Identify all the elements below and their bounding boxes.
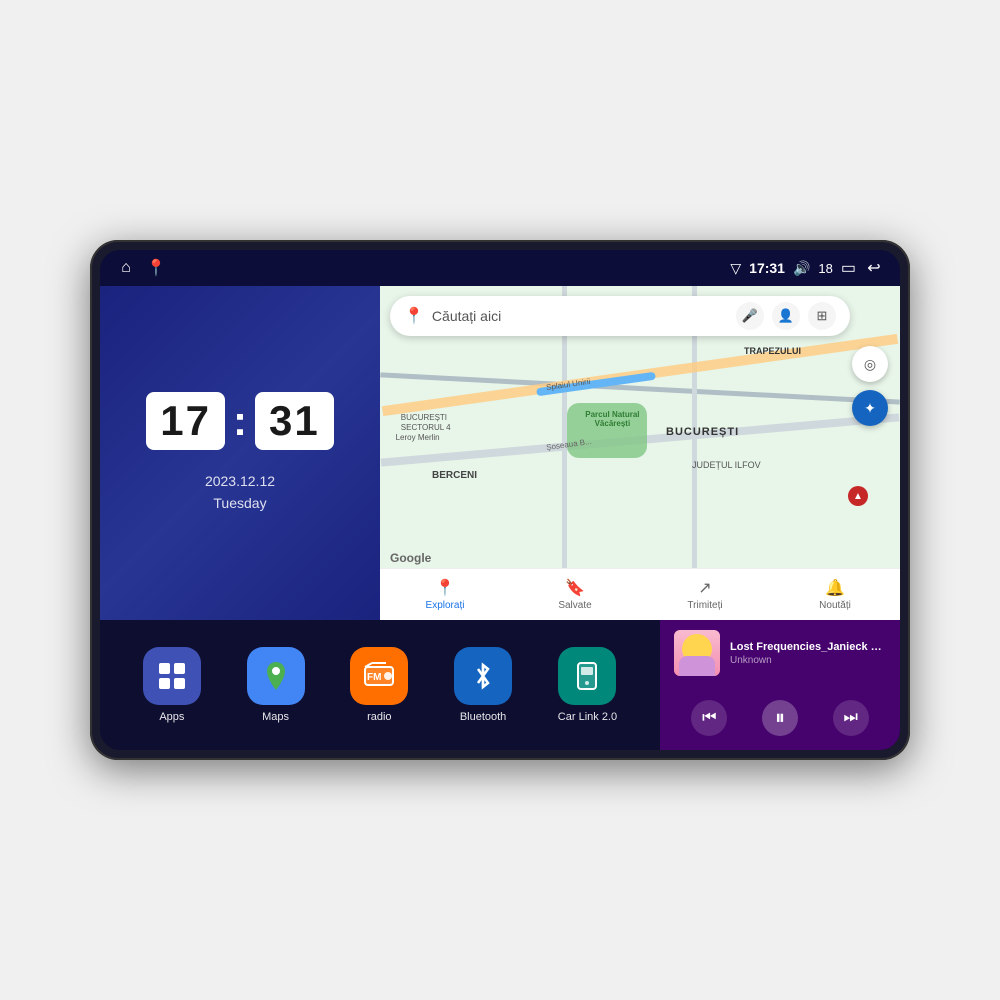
app-item-radio[interactable]: FM radio [350, 647, 408, 723]
map-label-parcul: Parcul NaturalVăcărești [572, 410, 652, 428]
battery-icon: ▭ [841, 258, 856, 278]
map-nav-explorare[interactable]: 📍 Explorați [380, 578, 510, 611]
map-nav-explorare-label: Explorați [426, 600, 465, 611]
clock-date-text: 2023.12.12 [205, 470, 275, 492]
next-icon: ⏭ [843, 709, 857, 727]
map-label-bucuresti: BUCUREȘTI [666, 426, 739, 438]
status-bar: ⌂ 📍 ▽ 17:31 🔊 18 ▭ ↩ [100, 250, 900, 286]
app-item-apps[interactable]: Apps [143, 647, 201, 723]
clock-hour: 17 [146, 392, 225, 450]
map-nav-trimiteti[interactable]: ↗ Trimiteți [640, 578, 770, 611]
album-art [674, 630, 720, 676]
music-play-btn[interactable]: ⏸ [762, 700, 798, 736]
map-nav-salvate-label: Salvate [558, 600, 591, 611]
face-body [679, 656, 715, 676]
music-prev-btn[interactable]: ⏮ [691, 700, 727, 736]
music-controls: ⏮ ⏸ ⏭ [674, 696, 886, 740]
map-controls: ◎ ✦ [852, 346, 888, 426]
map-nav-noutati[interactable]: 🔔 Noutăți [770, 578, 900, 611]
map-label-trapezului: TRAPEZULUI [744, 346, 801, 356]
device-frame: ⌂ 📍 ▽ 17:31 🔊 18 ▭ ↩ 17 : [90, 240, 910, 760]
map-compass-btn[interactable]: ✦ [852, 390, 888, 426]
map-label-ilfov: JUDEȚUL ILFOV [692, 460, 761, 470]
svg-text:FM: FM [367, 672, 381, 683]
map-account-btn[interactable]: 👤 [772, 302, 800, 330]
map-search-actions: 🎤 👤 ⊞ [736, 302, 836, 330]
map-nav-trimiteti-label: Trimiteți [687, 600, 722, 611]
apps-label: Apps [159, 711, 184, 723]
map-label-leroy: Leroy Merlin [396, 433, 440, 442]
maps-icon [247, 647, 305, 705]
bluetooth-icon [454, 647, 512, 705]
map-nav-explorare-icon: 📍 [435, 578, 455, 598]
clock-colon: : [233, 397, 247, 445]
prev-icon: ⏮ [702, 709, 716, 727]
map-bottom-nav: 📍 Explorați 🔖 Salvate ↗ Trimiteți 🔔 [380, 568, 900, 620]
music-thumbnail [674, 630, 720, 676]
back-icon[interactable]: ↩ [864, 258, 884, 278]
app-item-carlink[interactable]: Car Link 2.0 [558, 647, 617, 723]
device-screen: ⌂ 📍 ▽ 17:31 🔊 18 ▭ ↩ 17 : [100, 250, 900, 750]
clock-date: 2023.12.12 Tuesday [205, 470, 275, 515]
status-bar-right: ▽ 17:31 🔊 18 ▭ ↩ [730, 258, 884, 278]
map-label-sector: BUCUREȘTISECTORUL 4 [401, 413, 451, 434]
map-nav-trimiteti-icon: ↗ [698, 578, 711, 598]
play-icon: ⏸ [775, 707, 785, 730]
radio-icon: FM [350, 647, 408, 705]
music-info: Lost Frequencies_Janieck Devy-... Unknow… [674, 630, 886, 676]
map-nav-salvate[interactable]: 🔖 Salvate [510, 578, 640, 611]
map-nav-noutati-icon: 🔔 [825, 578, 845, 598]
music-player: Lost Frequencies_Janieck Devy-... Unknow… [660, 620, 900, 750]
map-mic-btn[interactable]: 🎤 [736, 302, 764, 330]
maps-nav-icon[interactable]: 📍 [146, 258, 166, 278]
main-content: 17 : 31 2023.12.12 Tuesday [100, 286, 900, 750]
top-section: 17 : 31 2023.12.12 Tuesday [100, 286, 900, 620]
status-time: 17:31 [749, 260, 785, 276]
app-item-bluetooth[interactable]: Bluetooth [454, 647, 512, 723]
map-label-berceni: BERCENI [432, 470, 477, 481]
app-launcher: Apps Maps [100, 620, 660, 750]
bluetooth-label: Bluetooth [460, 711, 506, 723]
home-nav-icon[interactable]: ⌂ [116, 258, 136, 278]
bottom-section: Apps Maps [100, 620, 900, 750]
map-widget[interactable]: BUCUREȘTI JUDEȚUL ILFOV TRAPEZULUI BERCE… [380, 286, 900, 620]
music-meta: Lost Frequencies_Janieck Devy-... Unknow… [730, 641, 886, 666]
maps-label: Maps [262, 711, 289, 723]
status-bar-left: ⌂ 📍 [116, 258, 166, 278]
clock-widget: 17 : 31 2023.12.12 Tuesday [100, 286, 380, 620]
clock-display: 17 : 31 [146, 392, 333, 450]
map-search-text[interactable]: Căutați aici [432, 308, 728, 324]
music-artist: Unknown [730, 655, 886, 666]
apps-icon [143, 647, 201, 705]
carlink-label: Car Link 2.0 [558, 711, 617, 723]
map-google-logo: Google [390, 551, 431, 565]
clock-day-text: Tuesday [205, 492, 275, 514]
volume-level: 18 [818, 261, 832, 276]
signal-icon: ▽ [730, 260, 741, 277]
map-search-bar[interactable]: 📍 Căutați aici 🎤 👤 ⊞ [390, 296, 850, 336]
music-title: Lost Frequencies_Janieck Devy-... [730, 641, 886, 653]
map-nav-noutati-label: Noutăți [819, 600, 851, 611]
map-nav-salvate-icon: 🔖 [565, 578, 585, 598]
music-next-btn[interactable]: ⏭ [833, 700, 869, 736]
map-search-pin-icon: 📍 [404, 306, 424, 326]
map-layers-btn[interactable]: ⊞ [808, 302, 836, 330]
clock-minute: 31 [255, 392, 334, 450]
app-item-maps[interactable]: Maps [247, 647, 305, 723]
map-location-btn[interactable]: ◎ [852, 346, 888, 382]
carlink-icon [558, 647, 616, 705]
volume-icon: 🔊 [793, 260, 810, 277]
radio-label: radio [367, 711, 391, 723]
